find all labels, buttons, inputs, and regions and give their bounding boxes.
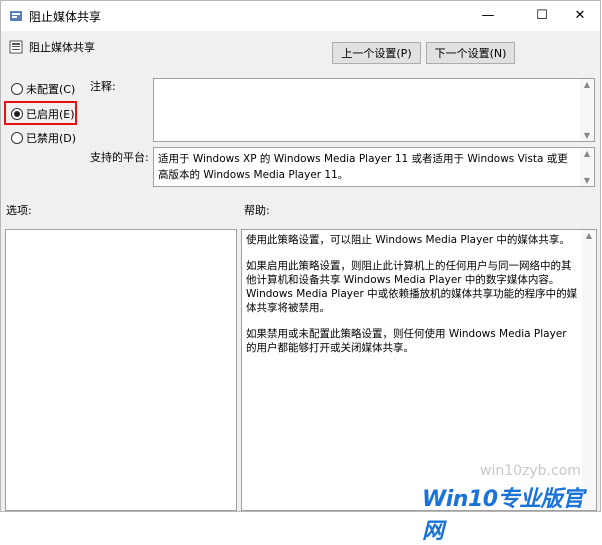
radio-circle[interactable] xyxy=(11,132,23,144)
scroll-up-icon[interactable]: ▲ xyxy=(580,80,594,89)
radio-circle[interactable] xyxy=(11,83,23,95)
next-setting-button[interactable]: 下一个设置(N) xyxy=(426,42,515,64)
title-bar[interactable]: 阻止媒体共享 — ☐ ✕ xyxy=(1,1,600,31)
help-scrollbar[interactable]: ▲ xyxy=(582,230,596,510)
comment-textarea[interactable]: ▲ ▼ xyxy=(153,78,595,142)
minimize-button[interactable]: — xyxy=(465,1,511,31)
options-pane[interactable] xyxy=(5,229,237,511)
help-paragraph: 如果禁用或未配置此策略设置，则任何使用 Windows Media Player… xyxy=(246,328,567,354)
policy-window: 阻止媒体共享 — ☐ ✕ 阻止媒体共享 上一个设置(P) 下一个设置(N) 未配… xyxy=(0,0,601,512)
help-paragraph: 使用此策略设置，可以阻止 Windows Media Player 中的媒体共享… xyxy=(246,234,570,246)
enabled-highlight-box xyxy=(4,101,77,125)
help-text: 使用此策略设置，可以阻止 Windows Media Player 中的媒体共享… xyxy=(246,233,580,367)
help-label: 帮助: xyxy=(244,204,270,217)
scroll-down-icon[interactable]: ▼ xyxy=(580,131,594,140)
watermark-logo: Win10专业版官网 xyxy=(422,487,584,544)
scroll-up-icon[interactable]: ▲ xyxy=(580,149,594,158)
scroll-down-icon[interactable]: ▼ xyxy=(580,176,594,185)
comment-label: 注释: xyxy=(90,80,116,93)
radio-not-configured[interactable]: 未配置(C) xyxy=(11,81,75,97)
platform-box: 适用于 Windows XP 的 Windows Media Player 11… xyxy=(153,147,595,187)
radio-disabled[interactable]: 已禁用(D) xyxy=(11,130,76,146)
close-button[interactable]: ✕ xyxy=(557,1,602,31)
watermark-url: win10zyb.com xyxy=(480,463,581,479)
options-label: 选项: xyxy=(6,204,32,217)
policy-app-icon xyxy=(10,11,22,21)
policy-setting-icon xyxy=(9,40,23,54)
help-paragraph: 如果启用此策略设置，则阻止此计算机上的任何用户与同一网络中的其他计算机和设备共享… xyxy=(246,260,578,314)
window-title: 阻止媒体共享 xyxy=(29,10,102,24)
policy-title: 阻止媒体共享 xyxy=(29,41,95,54)
radio-label: 已禁用(D) xyxy=(26,132,77,145)
platform-label: 支持的平台: xyxy=(90,151,149,164)
comment-scrollbar[interactable]: ▲ ▼ xyxy=(580,79,594,141)
platform-text: 适用于 Windows XP 的 Windows Media Player 11… xyxy=(158,153,568,181)
scroll-up-icon[interactable]: ▲ xyxy=(582,231,596,240)
radio-label: 未配置(C) xyxy=(26,83,76,96)
previous-setting-button[interactable]: 上一个设置(P) xyxy=(332,42,421,64)
platform-scrollbar[interactable]: ▲ ▼ xyxy=(580,148,594,186)
